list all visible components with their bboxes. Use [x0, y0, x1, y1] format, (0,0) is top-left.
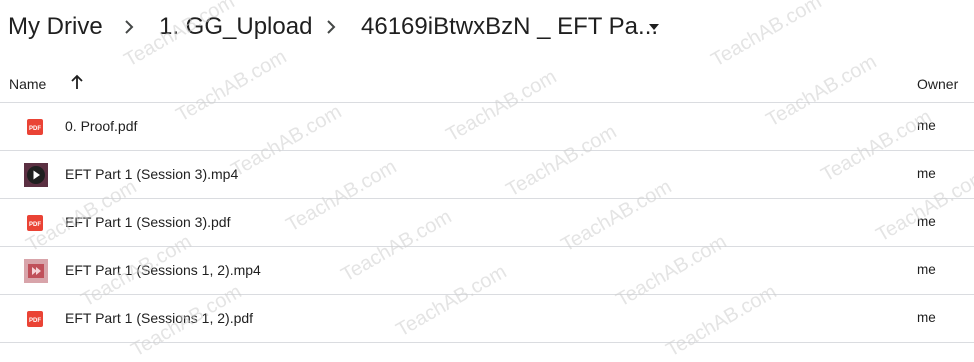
- file-row[interactable]: PDF EFT Part 1 (Sessions 1, 2).pdf me: [0, 295, 974, 343]
- pdf-icon: PDF: [27, 119, 43, 135]
- file-row[interactable]: EFT Part 1 (Sessions 1, 2).mp4 me: [0, 247, 974, 295]
- chevron-right-icon: [327, 20, 336, 34]
- file-owner: me: [917, 118, 936, 133]
- pdf-icon: PDF: [27, 311, 43, 327]
- column-name-header[interactable]: Name: [9, 76, 46, 92]
- breadcrumb-gg-upload[interactable]: 1. GG_Upload: [159, 13, 312, 41]
- file-owner: me: [917, 166, 936, 181]
- dropdown-arrow-icon[interactable]: [648, 22, 660, 32]
- file-name: EFT Part 1 (Session 3).pdf: [65, 214, 231, 230]
- sort-arrow-up-icon[interactable]: [69, 73, 85, 91]
- breadcrumb-my-drive[interactable]: My Drive: [8, 13, 103, 41]
- svg-text:PDF: PDF: [29, 126, 41, 132]
- svg-text:PDF: PDF: [29, 318, 41, 324]
- file-owner: me: [917, 214, 936, 229]
- file-name: EFT Part 1 (Session 3).mp4: [65, 166, 239, 182]
- video-thumbnail-icon: [24, 163, 48, 187]
- column-owner-header[interactable]: Owner: [917, 76, 958, 92]
- file-owner: me: [917, 310, 936, 325]
- video-thumbnail-icon: [24, 259, 48, 283]
- file-row[interactable]: PDF EFT Part 1 (Session 3).pdf me: [0, 199, 974, 247]
- file-name: 0. Proof.pdf: [65, 118, 138, 134]
- pdf-icon: PDF: [27, 215, 43, 231]
- file-row[interactable]: EFT Part 1 (Session 3).mp4 me: [0, 151, 974, 199]
- file-row[interactable]: PDF 0. Proof.pdf me: [0, 103, 974, 151]
- file-name: EFT Part 1 (Sessions 1, 2).pdf: [65, 310, 254, 326]
- file-owner: me: [917, 262, 936, 277]
- svg-text:PDF: PDF: [29, 222, 41, 228]
- breadcrumb-current-folder[interactable]: 46169iBtwxBzN _ EFT Pa...: [361, 13, 658, 41]
- breadcrumb: My Drive 1. GG_Upload 46169iBtwxBzN _ EF…: [0, 0, 974, 56]
- file-list-header: Name Owner: [0, 64, 974, 103]
- file-name: EFT Part 1 (Sessions 1, 2).mp4: [65, 262, 261, 278]
- chevron-right-icon: [125, 20, 134, 34]
